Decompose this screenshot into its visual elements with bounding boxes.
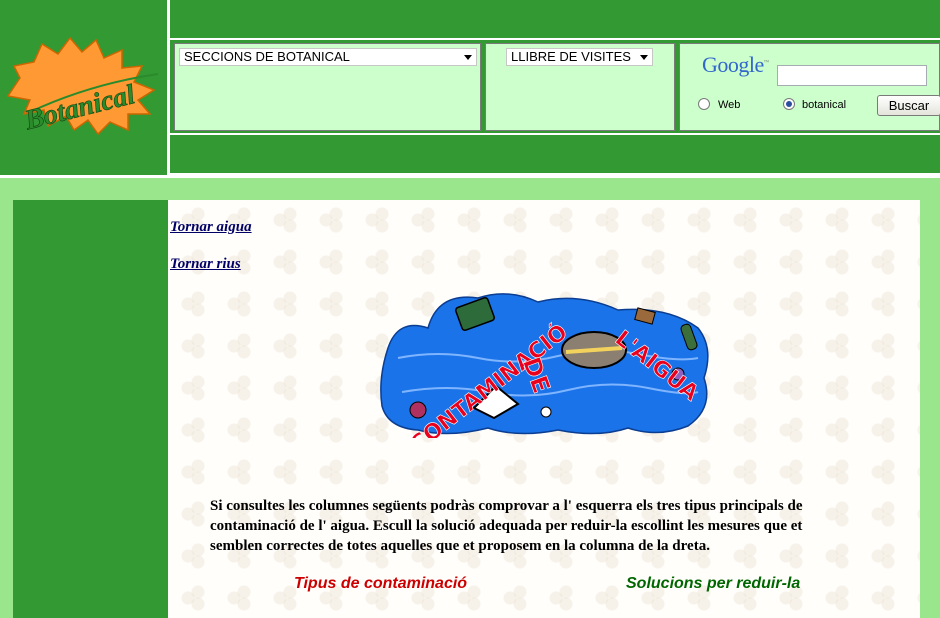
botanical-radio[interactable] <box>783 98 795 110</box>
intro-paragraph: Si consultes les columnes següents podrà… <box>210 498 803 554</box>
chevron-down-icon <box>640 55 648 60</box>
google-logo-text: Google <box>702 52 764 77</box>
water-pollution-banner: CONTAMINACIÓ DE L'AIGUA <box>380 293 709 438</box>
chevron-down-icon <box>464 55 472 60</box>
visits-cell: LLIBRE DE VISITES <box>485 43 675 131</box>
main-content: Tornar aigua Tornar rius CONTAMINACIÓ DE… <box>168 200 920 618</box>
solutions-heading: Solucions per reduir-la <box>626 575 801 592</box>
header-top-bar <box>170 0 940 38</box>
web-radio-label: Web <box>718 99 741 111</box>
web-radio[interactable] <box>698 98 710 110</box>
botanical-radio-label: botanical <box>802 99 847 111</box>
back-to-water-link[interactable]: Tornar aigua <box>170 219 252 236</box>
logo-cell: Botanical <box>0 0 167 175</box>
visits-select[interactable]: LLIBRE DE VISITES <box>506 48 653 66</box>
search-button[interactable]: Buscar <box>877 95 940 116</box>
header-nav-row: SECCIONS DE BOTANICAL LLIBRE DE VISITES … <box>170 40 940 133</box>
search-input[interactable] <box>777 65 927 86</box>
sections-cell: SECCIONS DE BOTANICAL <box>174 43 481 131</box>
botanical-logo[interactable]: Botanical <box>0 0 167 175</box>
left-sidebar-column <box>13 200 168 618</box>
visits-select-value: LLIBRE DE VISITES <box>511 49 631 64</box>
google-search-cell: Google™ Web botanical Buscar <box>679 43 940 131</box>
back-to-rivers-link[interactable]: Tornar rius <box>170 256 241 273</box>
sections-select-value: SECCIONS DE BOTANICAL <box>184 49 350 64</box>
header-bottom-bar <box>170 135 940 173</box>
pollution-types-heading: Tipus de contaminació <box>294 575 468 592</box>
google-logo: Google™ <box>702 52 769 77</box>
sections-select[interactable]: SECCIONS DE BOTANICAL <box>179 48 477 66</box>
